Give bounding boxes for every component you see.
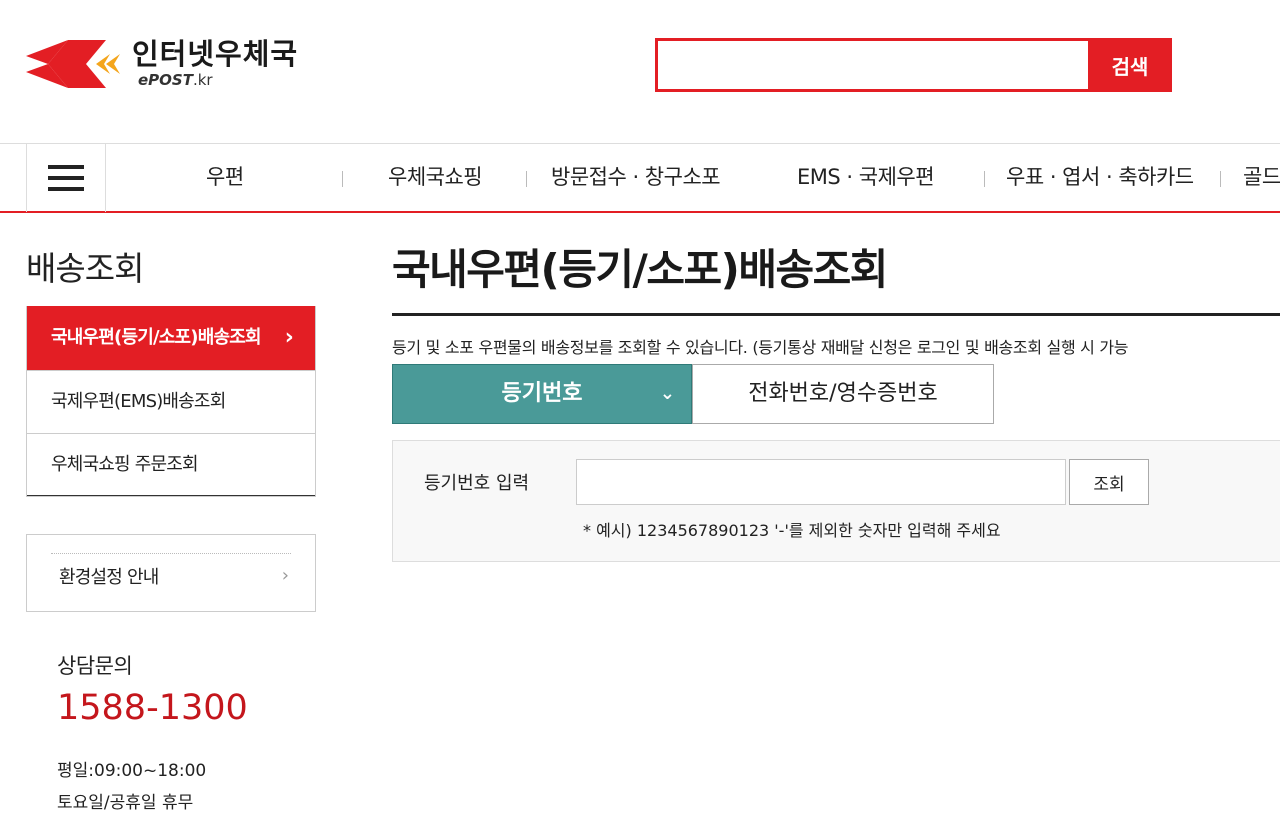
tracking-number-input[interactable] bbox=[576, 459, 1066, 505]
nav-divider bbox=[1220, 171, 1221, 187]
sidebar-item-shopping-order[interactable]: 우체국쇼핑 주문조회 bbox=[27, 433, 315, 496]
environment-settings-label: 환경설정 안내 bbox=[59, 567, 159, 588]
nav-item-shopping[interactable]: 우체국쇼핑 bbox=[388, 144, 483, 212]
page-description: 등기 및 소포 우편물의 배송정보를 조회할 수 있습니다. (등기통상 재배달… bbox=[392, 338, 1129, 357]
main-nav: 우편 우체국쇼핑 방문접수 · 창구소포 EMS · 국제우편 우표 · 엽서 … bbox=[0, 143, 1280, 213]
logo-sub-tld: .kr bbox=[192, 71, 213, 89]
nav-divider bbox=[526, 171, 527, 187]
nav-item-visit-parcel[interactable]: 방문접수 · 창구소포 bbox=[551, 144, 721, 212]
nav-item-ems[interactable]: EMS · 국제우편 bbox=[797, 144, 935, 212]
nav-item-gold[interactable]: 골드 bbox=[1243, 144, 1280, 212]
chevron-right-icon: › bbox=[281, 565, 289, 586]
tracking-form: 등기번호 입력 조회 * 예시) 1234567890123 '-'를 제외한 … bbox=[392, 440, 1280, 562]
dotted-divider bbox=[51, 553, 291, 554]
sidebar-item-domestic-tracking[interactable]: 국내우편(등기/소포)배송조회 › bbox=[27, 306, 315, 370]
tab-label: 등기번호 bbox=[501, 381, 583, 406]
tab-registered-number[interactable]: 등기번호 ⌄ bbox=[392, 364, 692, 424]
site-search: 검색 bbox=[655, 38, 1172, 92]
consult-hours: 평일:09:00~18:00 bbox=[57, 761, 207, 781]
logo-subtitle: ePOST.kr bbox=[138, 72, 298, 88]
hamburger-menu-button[interactable] bbox=[26, 144, 106, 212]
chevron-down-icon: ⌄ bbox=[659, 383, 675, 404]
logo-title: 인터넷우체국 bbox=[132, 37, 299, 71]
input-hint: * 예시) 1234567890123 '-'를 제외한 숫자만 입력해 주세요 bbox=[583, 521, 1001, 540]
consult-phone: 1588-1300 bbox=[57, 688, 248, 728]
sidebar-item-label: 국내우편(등기/소포)배송조회 bbox=[51, 327, 262, 348]
title-divider bbox=[392, 313, 1280, 316]
tracking-number-label: 등기번호 입력 bbox=[424, 473, 530, 494]
sidebar-menu: 국내우편(등기/소포)배송조회 › 국제우편(EMS)배송조회 우체국쇼핑 주문… bbox=[26, 306, 316, 497]
nav-divider bbox=[984, 171, 985, 187]
nav-divider bbox=[342, 171, 343, 187]
chevron-right-icon: › bbox=[284, 325, 294, 350]
search-input[interactable] bbox=[655, 38, 1088, 92]
page-title: 국내우편(등기/소포)배송조회 bbox=[392, 245, 888, 294]
consult-holiday: 토요일/공휴일 휴무 bbox=[57, 793, 194, 813]
logo-sub-brand: ePOST bbox=[138, 71, 193, 89]
envelope-logo-icon bbox=[26, 40, 120, 88]
tab-phone-receipt[interactable]: 전화번호/영수증번호 bbox=[692, 364, 994, 424]
nav-item-postal[interactable]: 우편 bbox=[206, 144, 244, 212]
epost-logo[interactable]: 인터넷우체국 ePOST.kr bbox=[26, 36, 326, 96]
search-button[interactable]: 검색 bbox=[1088, 38, 1172, 92]
environment-settings-link[interactable]: 환경설정 안내 › bbox=[26, 534, 316, 612]
sidebar-title: 배송조회 bbox=[26, 249, 144, 288]
nav-item-stamps[interactable]: 우표 · 엽서 · 축하카드 bbox=[1006, 144, 1194, 212]
tab-label: 전화번호/영수증번호 bbox=[748, 381, 938, 406]
sidebar-item-ems-tracking[interactable]: 국제우편(EMS)배송조회 bbox=[27, 370, 315, 433]
sidebar-item-label: 국제우편(EMS)배송조회 bbox=[51, 391, 226, 412]
hamburger-icon bbox=[48, 165, 84, 191]
sidebar-item-label: 우체국쇼핑 주문조회 bbox=[51, 454, 199, 475]
consult-title: 상담문의 bbox=[57, 654, 133, 678]
lookup-button[interactable]: 조회 bbox=[1069, 459, 1149, 505]
